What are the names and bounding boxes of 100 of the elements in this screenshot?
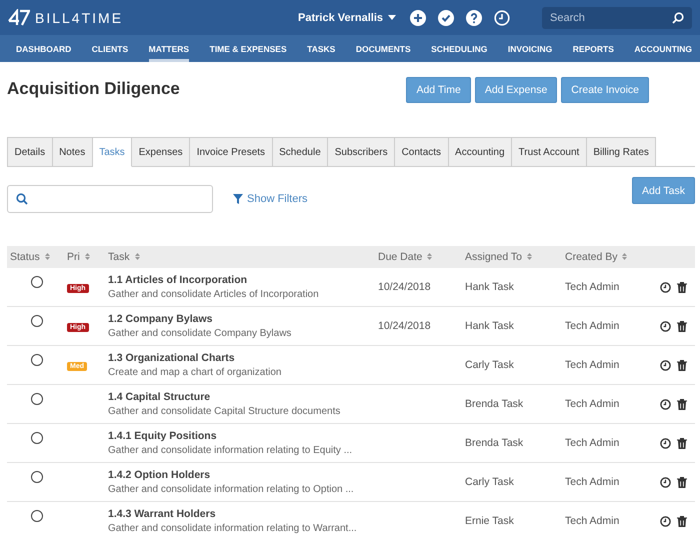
tab[interactable]: Notes [52, 137, 93, 167]
filter-icon [233, 194, 243, 204]
filter-field[interactable] [7, 185, 213, 213]
creator: Tech Admin [565, 398, 620, 410]
clock-icon[interactable] [660, 398, 671, 410]
task-description: Gather and consolidate Company Bylaws [108, 328, 292, 339]
task-description: Gather and consolidate Capital Structure documents [108, 406, 342, 417]
sort-icon [134, 253, 140, 260]
tab[interactable]: Tasks [92, 137, 132, 167]
column-header[interactable]: Pri [64, 251, 105, 263]
action-button[interactable]: Add Time [406, 77, 471, 103]
clock-icon[interactable] [660, 320, 671, 332]
tab[interactable]: Contacts [395, 137, 449, 167]
due-date: 10/24/2018 [378, 281, 431, 293]
add-icon[interactable] [410, 10, 426, 26]
tab[interactable]: Subscribers [328, 137, 396, 167]
status-radio[interactable] [31, 315, 43, 327]
sort-icon [44, 253, 50, 260]
task-title[interactable]: 1.4.1 Equity Positions [108, 430, 375, 442]
assignee: Hank Task [465, 320, 514, 332]
creator: Tech Admin [565, 320, 620, 332]
task-description: Gather and consolidate information relating to Equity ... [108, 445, 354, 456]
nav-item[interactable]: DOCUMENTS [356, 35, 411, 62]
tab[interactable]: Expenses [132, 137, 190, 167]
column-header[interactable]: Created By [562, 251, 655, 263]
check-icon[interactable] [438, 10, 454, 26]
trash-icon[interactable] [677, 516, 687, 526]
search-field[interactable]: Search [542, 6, 692, 28]
status-radio[interactable] [31, 471, 43, 483]
status-radio[interactable] [31, 510, 43, 522]
clock-icon[interactable] [660, 282, 671, 292]
sort-icon [526, 253, 532, 260]
caret-icon [388, 15, 396, 20]
nav-item[interactable]: TASKS [307, 35, 336, 62]
clock-icon[interactable] [660, 476, 671, 488]
task-description: Create and map a chart of organization [108, 367, 282, 378]
column-header[interactable]: Due Date [375, 251, 462, 263]
user-menu[interactable]: Patrick Vernallis [298, 12, 396, 24]
logo-icon [8, 8, 30, 26]
task-title[interactable]: 1.1 Articles of Incorporation [108, 274, 375, 286]
trash-icon[interactable] [677, 360, 687, 370]
assignee: Brenda Task [465, 398, 524, 410]
sort-icon [622, 253, 628, 260]
add-task-button[interactable]: Add Task [632, 177, 695, 204]
task-title[interactable]: 1.4 Capital Structure [108, 391, 375, 403]
help-icon[interactable] [466, 10, 482, 26]
action-button[interactable]: Add Expense [474, 77, 558, 103]
sort-icon [84, 253, 90, 260]
nav-item[interactable]: TIME & EXPENSES [210, 35, 287, 62]
sort-icon [427, 253, 432, 260]
tab[interactable]: Invoice Presets [190, 137, 273, 167]
task-title[interactable]: 1.3 Organizational Charts [108, 352, 375, 364]
trash-icon[interactable] [677, 476, 687, 488]
nav-item[interactable]: ACCOUNTING [634, 35, 692, 62]
tab[interactable]: Trust Account [512, 137, 587, 167]
clock-icon[interactable] [660, 360, 671, 370]
search-icon [16, 193, 28, 205]
nav-item[interactable]: MATTERS [148, 35, 190, 62]
tab[interactable]: Billing Rates [586, 137, 656, 167]
creator: Tech Admin [565, 359, 620, 371]
column-header[interactable]: Task [105, 251, 375, 263]
task-description: Gather and consolidate information relating to Option ... [108, 484, 355, 495]
trash-icon[interactable] [677, 398, 687, 410]
status-radio[interactable] [31, 393, 43, 405]
clock-icon[interactable] [660, 438, 671, 448]
clock-icon[interactable] [660, 516, 671, 526]
page-title: Acquisition Diligence [7, 79, 180, 100]
assignee: Carly Task [465, 359, 514, 371]
status-radio[interactable] [31, 354, 43, 366]
search-icon [672, 12, 684, 24]
assignee: Brenda Task [465, 437, 524, 449]
tab[interactable]: Schedule [272, 137, 328, 167]
trash-icon[interactable] [677, 282, 687, 292]
creator: Tech Admin [565, 515, 620, 527]
tab[interactable]: Accounting [448, 137, 512, 167]
assignee: Carly Task [465, 476, 514, 488]
creator: Tech Admin [565, 437, 620, 449]
creator: Tech Admin [565, 476, 620, 488]
nav-item[interactable]: CLIENTS [92, 35, 128, 62]
column-header[interactable]: Status [7, 251, 64, 263]
column-header[interactable]: Assigned To [462, 251, 562, 263]
trash-icon[interactable] [677, 320, 687, 332]
task-title[interactable]: 1.4.2 Option Holders [108, 469, 375, 481]
show-filters-link[interactable]: Show Filters [233, 193, 308, 205]
creator: Tech Admin [565, 281, 620, 293]
status-radio[interactable] [31, 432, 43, 444]
task-title[interactable]: 1.2 Company Bylaws [108, 313, 375, 325]
nav-item[interactable]: SCHEDULING [431, 35, 488, 62]
trash-icon[interactable] [677, 438, 687, 448]
due-date: 10/24/2018 [378, 320, 431, 332]
tab[interactable]: Details [7, 137, 53, 167]
status-radio[interactable] [31, 276, 43, 288]
nav-item[interactable]: REPORTS [572, 35, 614, 62]
task-description: Gather and consolidate information relating to Warrant... [108, 523, 358, 534]
nav-item[interactable]: INVOICING [508, 35, 552, 62]
assignee: Ernie Task [465, 515, 514, 527]
action-button[interactable]: Create Invoice [561, 77, 649, 103]
nav-item[interactable]: DASHBOARD [16, 35, 72, 62]
task-title[interactable]: 1.4.3 Warrant Holders [108, 508, 375, 520]
task-description: Gather and consolidate Articles of Incorporation [108, 289, 320, 300]
